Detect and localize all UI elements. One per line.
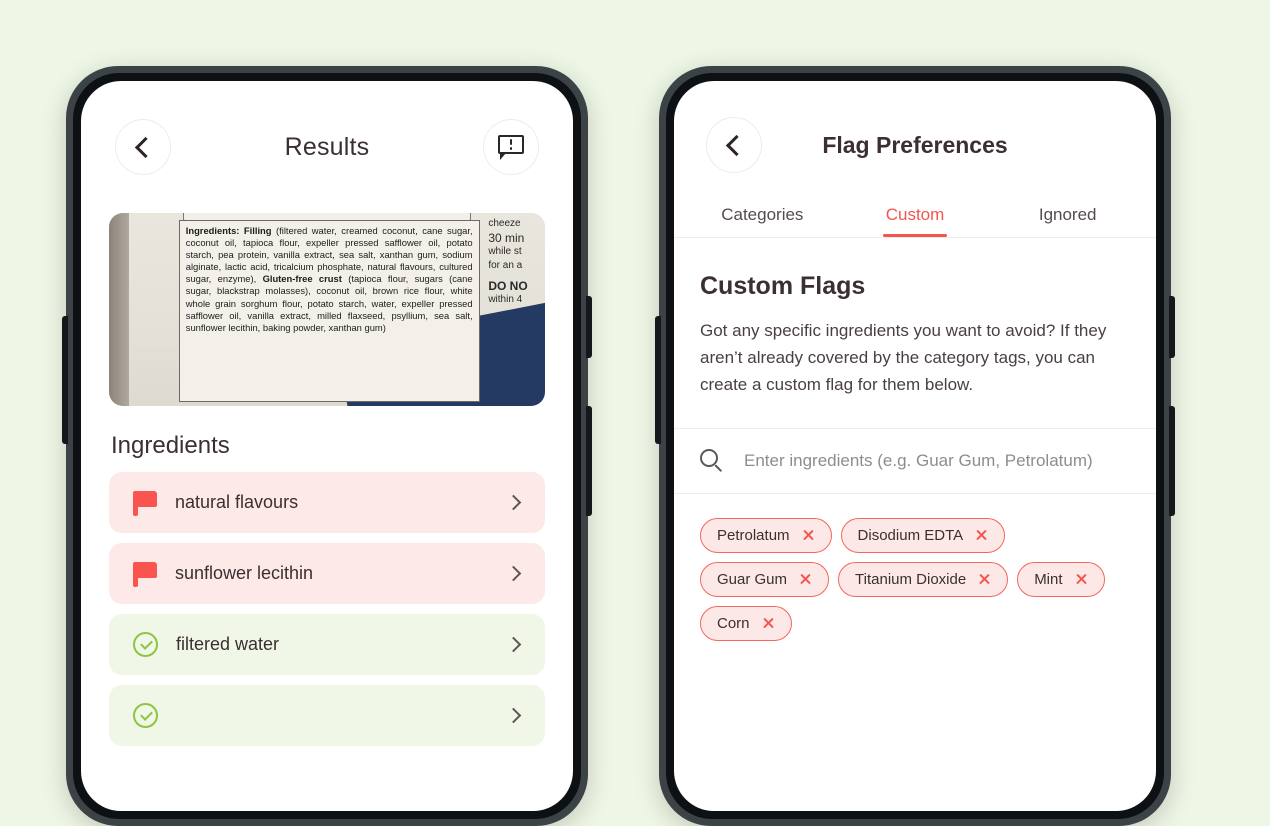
photo-side-line: for an a: [488, 260, 523, 271]
ingredient-name: sunflower lecithin: [175, 563, 314, 583]
chip-mint[interactable]: Mint: [1017, 562, 1105, 597]
flag-icon: [133, 490, 157, 516]
screen-flag-preferences: Flag Preferences Categories Custom Ignor…: [674, 81, 1156, 811]
feedback-button[interactable]: [483, 119, 539, 175]
power-button[interactable]: [1169, 296, 1175, 358]
check-circle-icon: [133, 703, 158, 728]
phone-mockup-right: Flag Preferences Categories Custom Ignor…: [655, 66, 1175, 826]
chip-label: Guar Gum: [717, 571, 788, 588]
custom-flags-section: Custom Flags Got any specific ingredient…: [674, 238, 1156, 398]
ingredient-row-natural-flavours[interactable]: natural flavours: [109, 472, 545, 533]
chip-label: Petrolatum: [717, 527, 790, 544]
back-button[interactable]: [115, 119, 171, 175]
close-icon[interactable]: [799, 573, 812, 586]
photo-side-line: cheeze: [488, 218, 521, 229]
photo-side-line: while st: [488, 246, 522, 257]
photo-side-line: 30 min: [488, 231, 525, 245]
photo-side-instructions: cheeze 30 min while st for an a DO NO wi…: [488, 217, 540, 347]
volume-button[interactable]: [655, 316, 661, 444]
photo-wall-edge: [109, 213, 131, 406]
volume-button[interactable]: [62, 316, 68, 444]
chevron-left-icon: [725, 134, 748, 156]
ingredient-row-sunflower-lecithin[interactable]: sunflower lecithin: [109, 543, 545, 604]
tab-custom[interactable]: Custom: [839, 191, 992, 237]
section-title-ingredients: Ingredients: [111, 432, 230, 459]
ingredient-label-photo[interactable]: Ingredients: Filling (filtered water, cr…: [109, 213, 545, 406]
ingredient-row-partial[interactable]: [109, 685, 545, 746]
ingredients-list: natural flavours sunflower lecithin filt…: [81, 472, 573, 746]
close-icon[interactable]: [802, 529, 815, 542]
section-heading: Custom Flags: [700, 272, 866, 300]
flag-icon: [133, 561, 157, 587]
page-title: Flag Preferences: [822, 131, 1008, 158]
ingredient-row-filtered-water[interactable]: filtered water: [109, 614, 545, 675]
chip-label: Titanium Dioxide: [855, 571, 967, 588]
speech-bubble-alert-icon: [498, 135, 524, 160]
close-icon[interactable]: [762, 617, 775, 630]
chip-titanium-dioxide[interactable]: Titanium Dioxide: [838, 562, 1009, 597]
search-input[interactable]: Enter ingredients (e.g. Guar Gum, Petrol…: [744, 451, 1093, 471]
ingredient-name: natural flavours: [175, 492, 299, 512]
secondary-side-button[interactable]: [1169, 406, 1175, 516]
chip-label: Corn: [717, 615, 750, 632]
chip-corn[interactable]: Corn: [700, 606, 792, 641]
chip-disodium-edta[interactable]: Disodium EDTA: [840, 518, 1006, 553]
tab-bar: Categories Custom Ignored: [674, 191, 1156, 238]
search-ingredients-row[interactable]: Enter ingredients (e.g. Guar Gum, Petrol…: [674, 428, 1156, 494]
power-button[interactable]: [586, 296, 592, 358]
phone-bezel-left: Results Ingredients: Filling (filtered w…: [73, 73, 581, 819]
chevron-right-icon[interactable]: [505, 636, 522, 653]
chevron-right-icon[interactable]: [505, 707, 522, 724]
custom-flag-chips: Petrolatum Disodium EDTA Guar Gum Titani…: [674, 494, 1156, 641]
secondary-side-button[interactable]: [586, 406, 592, 516]
photo-side-line: within 4: [488, 294, 523, 305]
chip-label: Mint: [1034, 571, 1063, 588]
chip-guar-gum[interactable]: Guar Gum: [700, 562, 830, 597]
chevron-left-icon: [134, 136, 157, 158]
results-topbar: Results: [81, 81, 573, 213]
close-icon[interactable]: [978, 573, 991, 586]
photo-side-line: DO NO: [488, 279, 528, 293]
photo-crust-heading: Gluten-free crust: [262, 273, 342, 285]
tab-categories[interactable]: Categories: [686, 191, 839, 237]
phone-mockup-left: Results Ingredients: Filling (filtered w…: [62, 66, 592, 826]
phone-bezel-right: Flag Preferences Categories Custom Ignor…: [666, 73, 1164, 819]
screen-results: Results Ingredients: Filling (filtered w…: [81, 81, 573, 811]
chevron-right-icon[interactable]: [505, 494, 522, 511]
close-icon[interactable]: [975, 529, 988, 542]
photo-ingredients-text: Ingredients: Filling (filtered water, cr…: [178, 220, 480, 402]
close-icon[interactable]: [1075, 573, 1088, 586]
search-icon: [700, 449, 724, 473]
ingredient-name: filtered water: [176, 634, 280, 654]
chip-label: Disodium EDTA: [857, 527, 964, 544]
flag-preferences-topbar: Flag Preferences: [674, 81, 1156, 191]
page-title: Results: [284, 132, 370, 161]
back-button[interactable]: [706, 117, 762, 173]
chevron-right-icon[interactable]: [505, 565, 522, 582]
photo-ingredients-heading: Ingredients: Filling: [185, 225, 272, 236]
tab-ignored[interactable]: Ignored: [991, 191, 1144, 237]
section-description: Got any specific ingredients you want to…: [700, 321, 1107, 394]
chip-petrolatum[interactable]: Petrolatum: [700, 518, 832, 553]
check-circle-icon: [133, 632, 158, 657]
